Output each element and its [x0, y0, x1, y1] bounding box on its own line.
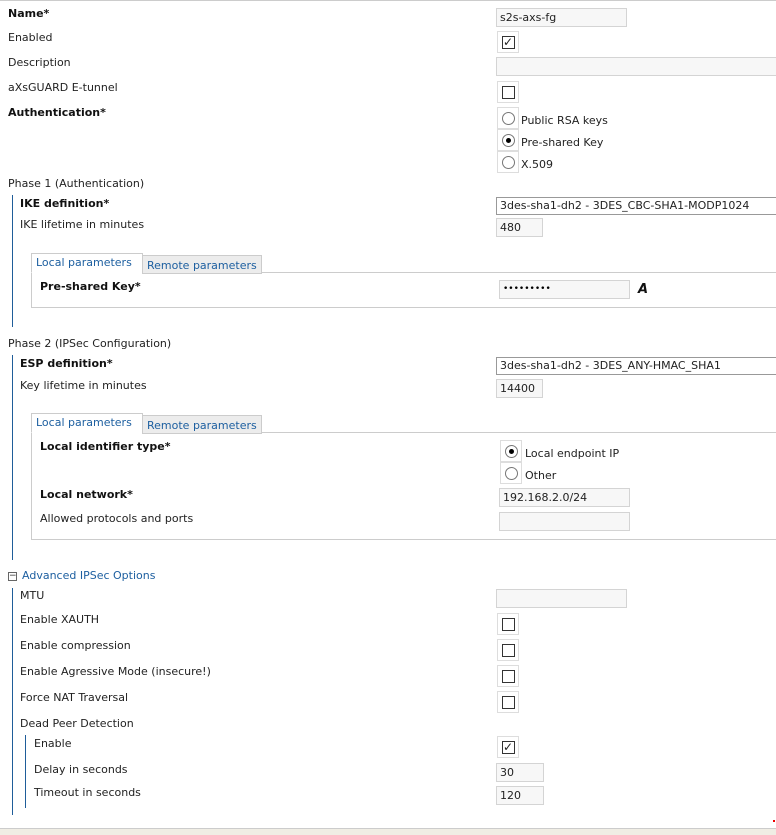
ike-lifetime-input[interactable]: 480: [496, 218, 543, 237]
phase1-tab-panel: [31, 272, 776, 308]
etunnel-checkbox[interactable]: [497, 81, 519, 103]
auth-option-label: X.509: [521, 158, 554, 171]
tab-phase1-remote[interactable]: Remote parameters: [142, 255, 262, 274]
top-border: [0, 0, 776, 1]
auth-option-label: Pre-shared Key: [521, 136, 604, 149]
key-lifetime-label: Key lifetime in minutes: [20, 379, 147, 392]
compression-label: Enable compression: [20, 639, 131, 652]
enabled-checkbox[interactable]: ✓: [497, 31, 519, 53]
dpd-label: Dead Peer Detection: [20, 717, 134, 730]
esp-select[interactable]: 3des-sha1-dh2 - 3DES_ANY-HMAC_SHA1: [496, 357, 776, 375]
delay-input[interactable]: 30: [496, 763, 544, 782]
advanced-divider: [12, 588, 13, 815]
enabled-label: Enabled: [8, 31, 53, 44]
tab-phase1-local[interactable]: Local parameters: [31, 253, 143, 273]
phase2-title: Phase 2 (IPSec Configuration): [8, 337, 172, 350]
description-label: Description: [8, 56, 71, 69]
dpd-enable-label: Enable: [34, 737, 72, 750]
nat-traversal-checkbox[interactable]: [497, 691, 519, 713]
phase2-divider: [12, 355, 13, 560]
check-icon: ✓: [501, 34, 515, 49]
psk-label: Pre-shared Key*: [40, 280, 141, 293]
aggressive-mode-label: Enable Agressive Mode (insecure!): [20, 665, 211, 678]
compression-checkbox[interactable]: [497, 639, 519, 661]
timeout-label: Timeout in seconds: [34, 786, 141, 799]
dpd-divider: [25, 735, 26, 808]
phase1-divider: [12, 195, 13, 327]
required-marker: [773, 820, 775, 822]
protocols-input[interactable]: [499, 512, 630, 531]
aggressive-mode-checkbox[interactable]: [497, 665, 519, 687]
name-input[interactable]: s2s-axs-fg: [496, 8, 627, 27]
nat-traversal-label: Force NAT Traversal: [20, 691, 129, 704]
delay-label: Delay in seconds: [34, 763, 128, 776]
xauth-checkbox[interactable]: [497, 613, 519, 635]
mtu-input[interactable]: [496, 589, 627, 608]
advanced-options-toggle[interactable]: Advanced IPSec Options: [22, 569, 155, 583]
authentication-label: Authentication*: [8, 106, 106, 119]
etunnel-label: aXsGUARD E-tunnel: [8, 81, 118, 94]
key-lifetime-input[interactable]: 14400: [496, 379, 543, 398]
protocols-label: Allowed protocols and ports: [40, 512, 194, 525]
tab-phase2-remote[interactable]: Remote parameters: [142, 415, 262, 434]
psk-input[interactable]: •••••••••: [499, 280, 630, 299]
phase1-title: Phase 1 (Authentication): [8, 177, 145, 190]
local-network-label: Local network*: [40, 488, 133, 501]
tab-phase2-local[interactable]: Local parameters: [31, 413, 143, 433]
idtype-option-label: Other: [525, 469, 557, 482]
timeout-input[interactable]: 120: [496, 786, 544, 805]
collapse-icon[interactable]: −: [8, 572, 17, 581]
show-password-icon[interactable]: A: [638, 283, 648, 297]
ike-select[interactable]: 3des-sha1-dh2 - 3DES_CBC-SHA1-MODP1024: [496, 197, 776, 215]
xauth-label: Enable XAUTH: [20, 613, 100, 626]
auth-radio-x509[interactable]: [497, 151, 519, 173]
ike-lifetime-label: IKE lifetime in minutes: [20, 218, 145, 231]
description-input[interactable]: [496, 57, 776, 76]
mtu-label: MTU: [20, 589, 45, 602]
idtype-radio-other[interactable]: [500, 462, 522, 484]
name-label: Name*: [8, 7, 50, 20]
ike-label: IKE definition*: [20, 197, 110, 210]
auth-radio-psk[interactable]: [497, 129, 519, 151]
dpd-enable-checkbox[interactable]: ✓: [497, 736, 519, 758]
idtype-label: Local identifier type*: [40, 440, 171, 453]
idtype-radio-endpoint[interactable]: [500, 440, 522, 462]
esp-label: ESP definition*: [20, 357, 113, 370]
check-icon: ✓: [501, 739, 515, 754]
auth-radio-rsa[interactable]: [497, 107, 519, 129]
local-network-input[interactable]: 192.168.2.0/24: [499, 488, 630, 507]
idtype-option-label: Local endpoint IP: [525, 447, 620, 460]
auth-option-label: Public RSA keys: [521, 114, 608, 127]
